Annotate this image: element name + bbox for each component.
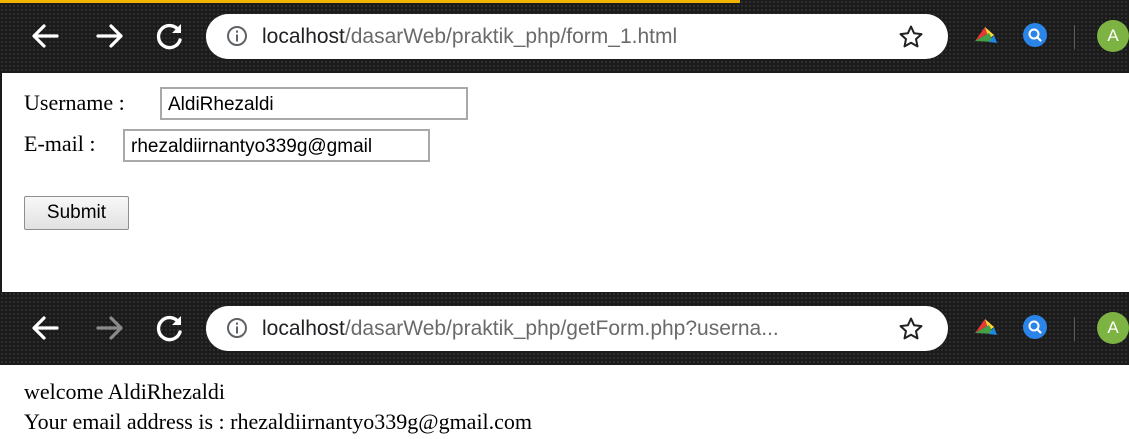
email-label: E-mail :	[24, 131, 96, 156]
search-extension-icon[interactable]	[1022, 314, 1048, 345]
back-arrow-icon[interactable]	[31, 22, 59, 55]
avatar-initial: A	[1097, 312, 1129, 344]
url-host: localhost	[262, 25, 345, 48]
forward-arrow-icon[interactable]	[96, 314, 124, 347]
url-text: localhost/dasarWeb/praktik_php/form_1.ht…	[262, 24, 878, 50]
reload-icon[interactable]	[155, 21, 185, 56]
toolbar-separator	[1074, 317, 1075, 341]
info-icon[interactable]	[226, 317, 248, 344]
star-icon[interactable]	[898, 24, 924, 55]
address-bar[interactable]: localhost/dasarWeb/praktik_php/getForm.p…	[206, 306, 948, 351]
url-path: /dasarWeb/praktik_php/getForm.php?userna…	[344, 317, 779, 340]
toolbar-separator	[1074, 25, 1075, 49]
browser-toolbar: localhost/dasarWeb/praktik_php/form_1.ht…	[0, 0, 1129, 73]
search-extension-icon[interactable]	[1022, 22, 1048, 53]
username-label: Username :	[24, 90, 125, 115]
extension-icon[interactable]	[972, 315, 1000, 346]
extension-icon[interactable]	[972, 23, 1000, 54]
url-path: /dasarWeb/praktik_php/form_1.html	[344, 25, 678, 48]
browser-toolbar: localhost/dasarWeb/praktik_php/getForm.p…	[0, 292, 1129, 365]
back-arrow-icon[interactable]	[31, 314, 59, 347]
profile-avatar[interactable]: A	[1097, 312, 1129, 344]
browser-window-form: localhost/dasarWeb/praktik_php/form_1.ht…	[0, 0, 1129, 292]
email-input[interactable]: rhezaldiirnantyo339g@gmail	[123, 129, 430, 162]
forward-arrow-icon[interactable]	[96, 22, 124, 55]
url-text: localhost/dasarWeb/praktik_php/getForm.p…	[262, 316, 878, 342]
username-input[interactable]: AldiRhezaldi	[160, 87, 468, 120]
page-border	[0, 73, 2, 292]
url-host: localhost	[262, 317, 345, 340]
info-icon[interactable]	[226, 25, 248, 52]
submit-button[interactable]: Submit	[24, 196, 129, 230]
avatar-initial: A	[1097, 20, 1129, 52]
address-bar[interactable]: localhost/dasarWeb/praktik_php/form_1.ht…	[206, 14, 948, 59]
welcome-text: welcome AldiRhezaldi	[24, 379, 225, 404]
reload-icon[interactable]	[155, 313, 185, 348]
star-icon[interactable]	[898, 316, 924, 347]
profile-avatar[interactable]: A	[1097, 20, 1129, 52]
browser-window-result: localhost/dasarWeb/praktik_php/getForm.p…	[0, 292, 1129, 439]
email-result-text: Your email address is : rhezaldiirnantyo…	[24, 409, 533, 434]
